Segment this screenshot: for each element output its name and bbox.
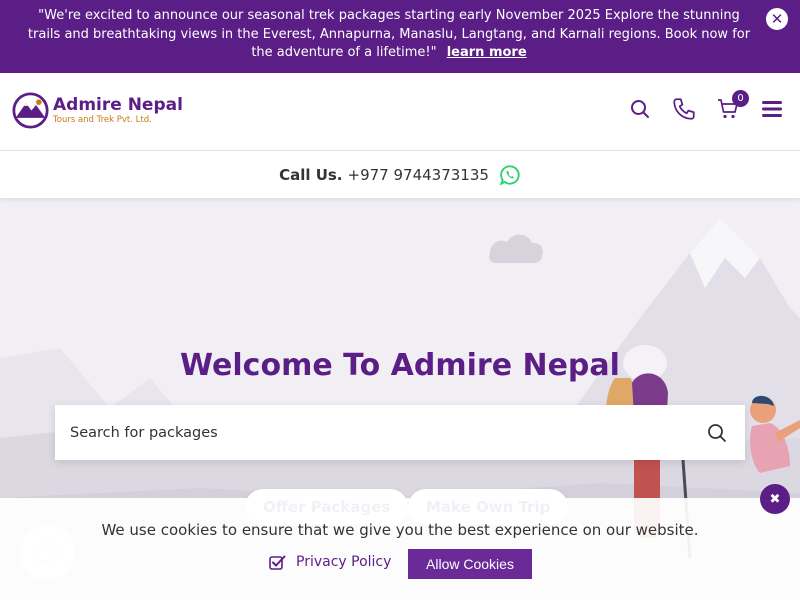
logo-tagline: Tours and Trek Pvt. Ltd. — [53, 115, 152, 125]
call-bar: Call Us. +977 9744373135 — [0, 151, 800, 198]
announcement-bar: "We're excited to announce our seasonal … — [0, 0, 800, 73]
allow-cookies-button[interactable]: Allow Cookies — [408, 549, 532, 579]
cookie-message: We use cookies to ensure that we give yo… — [101, 521, 699, 539]
logo-name: Admire Nepal — [53, 95, 183, 115]
call-label: Call Us. — [279, 165, 343, 184]
header-search-button[interactable] — [626, 95, 654, 123]
mountain-logo-icon — [12, 92, 49, 129]
announcement-close-button[interactable]: ✕ — [766, 8, 788, 30]
privacy-policy-label: Privacy Policy — [296, 554, 392, 570]
header-phone-button[interactable] — [670, 95, 698, 123]
package-search-input[interactable] — [55, 405, 689, 460]
announcement-text: "We're excited to announce our seasonal … — [27, 8, 751, 60]
hamburger-menu-icon — [762, 101, 782, 117]
search-icon — [708, 423, 726, 442]
learn-more-link[interactable]: learn more — [447, 45, 527, 60]
checkbox-checked-icon — [269, 555, 286, 570]
cookie-close-button[interactable]: ✖ — [760, 484, 790, 514]
package-search-bar — [55, 405, 745, 460]
whatsapp-icon[interactable] — [499, 164, 521, 186]
site-header: Admire Nepal Tours and Trek Pvt. Ltd. 0 — [0, 73, 800, 151]
close-icon: ✕ — [770, 9, 784, 28]
phone-icon — [673, 98, 695, 120]
logo[interactable]: Admire Nepal Tours and Trek Pvt. Ltd. — [12, 92, 183, 129]
close-icon: ✖ — [769, 491, 781, 507]
package-search-button[interactable] — [689, 405, 745, 460]
call-phone-number[interactable]: +977 9744373135 — [348, 166, 489, 184]
header-cart-button[interactable]: 0 — [714, 90, 749, 123]
search-icon — [631, 100, 649, 118]
cookie-banner: ✖ We use cookies to ensure that we give … — [0, 484, 800, 600]
cart-count-badge: 0 — [732, 90, 749, 107]
privacy-policy-link[interactable]: Privacy Policy — [269, 554, 391, 570]
hero-title: Welcome To Admire Nepal — [180, 348, 620, 383]
header-menu-button[interactable] — [758, 95, 786, 123]
